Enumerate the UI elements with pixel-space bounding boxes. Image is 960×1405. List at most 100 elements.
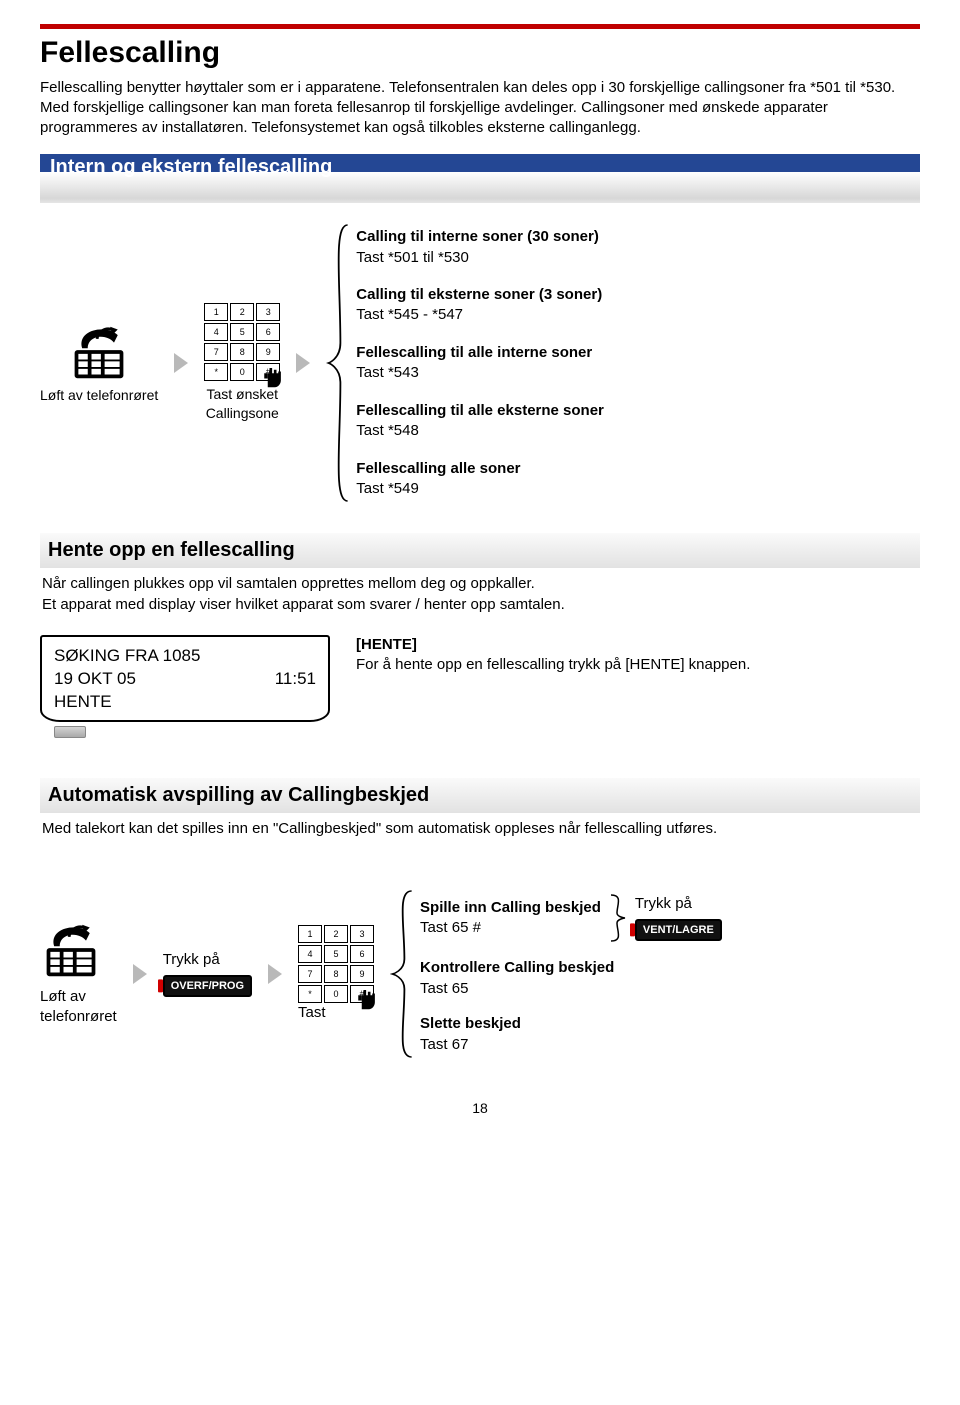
intro-text: Fellescalling benytter høyttaler som er … bbox=[40, 78, 920, 139]
automatisk-desc: Med talekort kan det spilles inn en "Cal… bbox=[40, 819, 920, 839]
key: 6 bbox=[256, 323, 280, 341]
options-brace: Calling til interne soner (30 soner) Tast… bbox=[326, 223, 604, 503]
hente-desc: Når callingen plukkes opp vil samtalen o… bbox=[40, 574, 920, 615]
key: 2 bbox=[324, 925, 348, 943]
option-title: Fellescalling til alle eksterne soner bbox=[356, 401, 604, 421]
option-item: Spille inn Calling beskjedTast 65 # bbox=[420, 898, 601, 939]
key: * bbox=[298, 985, 322, 1003]
option-item: Fellescalling alle sonerTast *549 bbox=[356, 459, 604, 500]
lift-label-1: Løft av bbox=[40, 988, 86, 1005]
key: 9 bbox=[350, 965, 374, 983]
option-title: Slette beskjed bbox=[420, 1014, 722, 1034]
arrow-icon bbox=[296, 353, 310, 373]
key: 7 bbox=[204, 343, 228, 361]
softkey-button[interactable] bbox=[54, 726, 86, 738]
phone-icon bbox=[40, 920, 102, 980]
display-time: 11:51 bbox=[275, 668, 316, 691]
section-automatisk: Automatisk avspilling av Callingbeskjed bbox=[40, 778, 920, 813]
hand-icon bbox=[258, 361, 288, 389]
press-label: Trykk på bbox=[635, 894, 722, 914]
hente-instruction: [HENTE] For å hente opp en fellescalling… bbox=[356, 635, 920, 676]
option-title: Kontrollere Calling beskjed bbox=[420, 958, 722, 978]
option-item: Fellescalling til alle eksterne sonerTas… bbox=[356, 401, 604, 442]
option-code: Tast *543 bbox=[356, 364, 419, 381]
key: 7 bbox=[298, 965, 322, 983]
option-code: Tast 65 # bbox=[420, 919, 481, 936]
display-line1: SØKING FRA 1085 bbox=[54, 645, 316, 668]
option-item: Calling til interne soner (30 soner) Tast… bbox=[356, 227, 604, 268]
record-options-list: Spille inn Calling beskjedTast 65 # Tryk… bbox=[414, 889, 722, 1059]
key: 5 bbox=[230, 323, 254, 341]
option-code: Tast *548 bbox=[356, 422, 419, 439]
options-list: Calling til interne soner (30 soner) Tast… bbox=[350, 223, 604, 503]
vent-lagre-step: Trykk på VENT/LAGRE bbox=[635, 894, 722, 941]
press-overf: Trykk på OVERF/PROG bbox=[163, 950, 252, 997]
option-item: Kontrollere Calling beskjed Tast 65 bbox=[420, 958, 722, 999]
option-title: Fellescalling alle soner bbox=[356, 459, 604, 479]
key: 0 bbox=[324, 985, 348, 1003]
phone-icon bbox=[68, 322, 130, 382]
lift-label-2: telefonrøret bbox=[40, 1008, 117, 1025]
brace-icon bbox=[390, 889, 414, 1059]
key: 2 bbox=[230, 303, 254, 321]
option-code: Tast *545 - *547 bbox=[356, 306, 463, 323]
keypad-icon: 1 2 3 4 5 6 7 8 9 * 0 # bbox=[204, 303, 280, 381]
key: 0 bbox=[230, 363, 254, 381]
keypad-icon: 1 2 3 4 5 6 7 8 9 * 0 # bbox=[298, 925, 374, 1003]
page-number: 18 bbox=[40, 1099, 920, 1118]
key: 4 bbox=[298, 945, 322, 963]
key: 3 bbox=[256, 303, 280, 321]
key: 8 bbox=[324, 965, 348, 983]
key: 8 bbox=[230, 343, 254, 361]
page-title: Fellescalling bbox=[40, 33, 920, 74]
press-label: Trykk på bbox=[163, 950, 252, 970]
lift-handset: Løft av telefonrøret bbox=[40, 920, 117, 1027]
hand-icon bbox=[352, 983, 382, 1011]
top-rule bbox=[40, 24, 920, 29]
brace-right-icon bbox=[609, 893, 627, 943]
option-with-vent: Spille inn Calling beskjedTast 65 # Tryk… bbox=[420, 893, 722, 943]
arrow-icon bbox=[133, 964, 147, 984]
keypad-step: 1 2 3 4 5 6 7 8 9 * 0 # Tast bbox=[298, 925, 374, 1023]
keypad-label-2: Callingsone bbox=[206, 405, 279, 421]
phone-display: SØKING FRA 1085 19 OKT 05 11:51 HENTE bbox=[40, 635, 330, 722]
keypad-label: Tast ønsket Callingsone bbox=[206, 385, 279, 423]
key: 6 bbox=[350, 945, 374, 963]
key: 3 bbox=[350, 925, 374, 943]
option-item: Fellescalling til alle interne sonerTast… bbox=[356, 343, 604, 384]
option-title: Calling til interne soner (30 soner) bbox=[356, 227, 604, 247]
lift-handset: Løft av telefonrøret bbox=[40, 322, 158, 405]
display-date: 19 OKT 05 bbox=[54, 668, 136, 691]
section-intern-ekstern: Intern og ekstern fellescalling bbox=[40, 154, 920, 203]
option-code: Tast 65 bbox=[420, 980, 468, 997]
record-options-brace: Spille inn Calling beskjedTast 65 # Tryk… bbox=[390, 889, 722, 1059]
section-hente: Hente opp en fellescalling bbox=[40, 533, 920, 568]
arrow-icon bbox=[268, 964, 282, 984]
option-title: Spille inn Calling beskjed bbox=[420, 898, 601, 918]
lift-label: Løft av telefonrøret bbox=[40, 987, 117, 1028]
flow-automatisk: Løft av telefonrøret Trykk på OVERF/PROG… bbox=[40, 889, 920, 1059]
brace-icon bbox=[326, 223, 350, 503]
display-module: SØKING FRA 1085 19 OKT 05 11:51 HENTE [H… bbox=[40, 635, 920, 738]
flow-intern-ekstern: Løft av telefonrøret 1 2 3 4 5 6 7 8 9 *… bbox=[40, 223, 920, 503]
key: 1 bbox=[298, 925, 322, 943]
key: * bbox=[204, 363, 228, 381]
key: 9 bbox=[256, 343, 280, 361]
key: 4 bbox=[204, 323, 228, 341]
option-item: Calling til eksterne soner (3 soner)Tast… bbox=[356, 285, 604, 326]
vent-lagre-button[interactable]: VENT/LAGRE bbox=[635, 919, 722, 942]
option-item: Slette beskjed Tast 67 bbox=[420, 1014, 722, 1055]
hente-text: For å hente opp en fellescalling trykk p… bbox=[356, 656, 750, 673]
option-title: Fellescalling til alle interne soner bbox=[356, 343, 604, 363]
display-line2: 19 OKT 05 11:51 bbox=[54, 668, 316, 691]
option-code: Tast *549 bbox=[356, 480, 419, 497]
option-code: Tast 67 bbox=[420, 1036, 468, 1053]
section-title: Intern og ekstern fellescalling bbox=[50, 156, 332, 178]
hente-label: [HENTE] bbox=[356, 636, 417, 653]
keypad-step: 1 2 3 4 5 6 7 8 9 * 0 # Tast ønsket Call… bbox=[204, 303, 280, 423]
arrow-icon bbox=[174, 353, 188, 373]
key: 1 bbox=[204, 303, 228, 321]
lift-label: Løft av telefonrøret bbox=[40, 386, 158, 405]
option-code: Tast *501 til *530 bbox=[356, 249, 469, 266]
overf-prog-button[interactable]: OVERF/PROG bbox=[163, 975, 252, 998]
